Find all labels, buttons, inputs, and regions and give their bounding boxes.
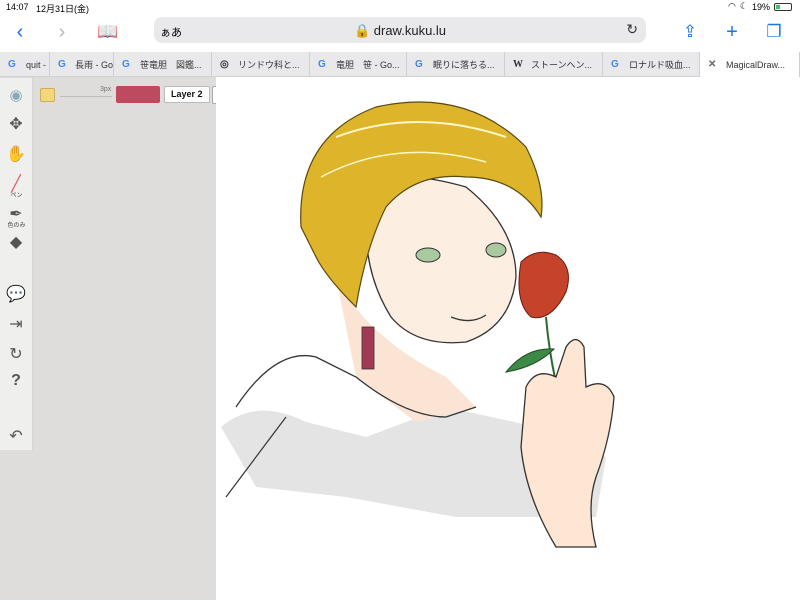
share-icon[interactable]: ⇪ [678,20,702,44]
tab-8-active[interactable]: ✕ MagicalDraw... [700,52,800,77]
status-bar: 14:07 12月31日(金) ◠ ☾ 19% [0,0,800,14]
forward-icon[interactable]: › [50,20,74,44]
tab-label: 長雨 - Go [74,60,113,70]
brush-size-slider[interactable] [60,96,112,97]
new-tab-icon[interactable]: + [720,20,744,44]
tab-1[interactable]: G 長雨 - Go [50,52,114,77]
tab-label: 眠りに落ちる... [433,60,495,70]
chat-icon[interactable]: 💬 [5,284,27,304]
wikipedia-icon: W [513,59,523,70]
tab-strip: G quit - G 長雨 - Go G 笹竜胆 図鑑... ◎ リンドウ科と.… [0,52,800,77]
rose-leaf [504,348,556,373]
artwork [221,101,615,548]
tab-label: 笹竜胆 図鑑... [140,60,202,70]
color-wheel-icon[interactable]: ◉ [5,86,27,104]
wifi-icon: ◠ [728,1,736,11]
pen-label: ペン [10,193,23,199]
battery-icon [774,2,792,11]
bookmarks-icon[interactable]: 📖 [96,20,120,44]
site-icon: ◎ [220,59,229,70]
help-icon[interactable]: ? [5,372,27,390]
google-icon: G [8,59,16,70]
tab-7[interactable]: G ロナルド吸血... [603,52,700,77]
reload-icon[interactable]: ↻ [626,21,638,38]
tab-label: ストーンヘン... [531,60,593,70]
status-right: ◠ ☾ 19% [728,1,792,12]
url-text: 🔒 draw.kuku.lu [353,23,447,38]
exit-icon[interactable]: ⇥ [5,314,27,334]
google-icon: G [122,59,130,70]
brush-size-label: 3px [100,86,112,93]
tab-5[interactable]: G 眠りに落ちる... [407,52,505,77]
rose-flower [518,251,569,319]
back-icon[interactable]: ‹ [8,20,32,44]
tab-label: MagicalDraw... [726,59,786,70]
tabs-overview-icon[interactable]: ❐ [762,20,786,44]
move-icon[interactable]: ✥ [5,114,27,134]
tab-label: 竜胆 笹 - Go... [336,60,400,70]
secondary-color-swatch[interactable] [40,88,55,102]
tool-panel: ◉ ✥ ✋ ╱ ペン ✒ 色のみ ◆ 💬 ⇥ ↻ ? ↶ [0,78,33,450]
tab-0[interactable]: G quit - [0,52,50,77]
google-icon: G [611,59,619,70]
battery-percent: 19% [751,1,770,12]
address-bar[interactable]: ぁあ 🔒 draw.kuku.lu ↻ [154,17,646,43]
tab-3[interactable]: ◎ リンドウ科と... [212,52,310,77]
status-time: 14:07 [6,2,29,12]
tassel-earring [361,326,375,370]
current-color-swatch[interactable] [116,86,160,103]
undo-icon[interactable]: ↶ [5,426,27,446]
google-icon: G [415,59,423,70]
tab-2[interactable]: G 笹竜胆 図鑑... [114,52,212,77]
tab-label: ロナルド吸血... [629,60,691,70]
moon-icon: ☾ [739,1,748,11]
tab-label: リンドウ科と... [238,60,300,70]
tab-6[interactable]: W ストーンヘン... [505,52,603,77]
redo-icon[interactable]: ↻ [5,344,27,364]
tab-label: quit - [26,59,47,70]
eraser-icon[interactable]: ◆ [5,232,27,252]
close-tab-icon[interactable]: ✕ [708,59,720,70]
drawing-canvas[interactable] [216,77,800,600]
tab-4[interactable]: G 竜胆 笹 - Go... [310,52,407,77]
url-value: draw.kuku.lu [373,23,447,38]
hand-icon[interactable]: ✋ [5,144,27,164]
right-eye [485,242,507,258]
layer-button[interactable]: Layer 2 [164,86,210,103]
google-icon: G [318,59,326,70]
google-icon: G [58,59,66,70]
eyedropper-label: 色のみ [7,223,26,229]
left-eye [415,247,441,263]
